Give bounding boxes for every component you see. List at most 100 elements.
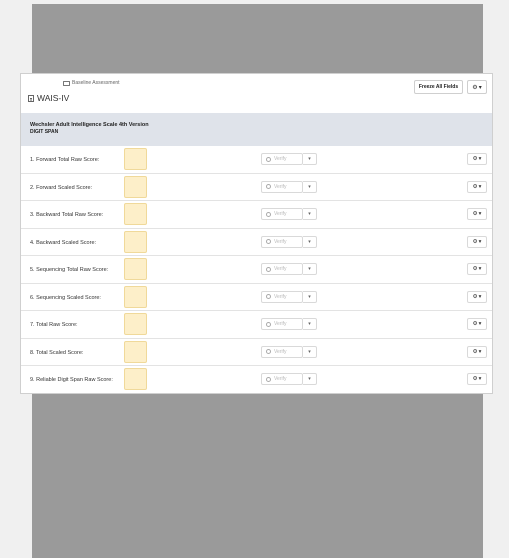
chevron-down-icon: ▾ [478,321,482,327]
verify-button[interactable]: Verify [261,263,303,275]
verify-label: Verify [274,238,287,245]
chevron-down-icon: ▾ [478,238,482,245]
verify-button[interactable]: Verify [261,180,303,193]
verify-label: Verify [274,211,287,217]
chevron-down-icon: ▾ [308,348,311,355]
verify-dropdown-button[interactable]: ▾ [303,235,317,248]
chevron-down-icon: ▾ [308,266,311,272]
verify-dropdown-button[interactable]: ▾ [303,373,317,385]
chevron-down-icon: ▾ [308,376,311,382]
verify-button[interactable]: Verify [261,345,303,358]
field-label: 3. Backward Total Raw Score: [30,212,104,218]
section-subtitle: DIGIT SPAN [30,129,59,135]
gear-icon: ⚙ [472,321,478,327]
verify-dropdown-button[interactable]: ▾ [303,208,317,220]
radio-icon [266,156,271,162]
radio-icon [266,376,271,382]
field-settings-button[interactable]: ⚙ ▾ [467,290,487,303]
chevron-down-icon: ▾ [308,183,311,190]
gear-icon: ⚙ [472,84,478,91]
field-label: 8. Total Scaled Score: [30,349,84,356]
folder-icon [63,80,70,86]
chevron-down-icon: ▾ [308,238,311,245]
chevron-down-icon: ▾ [308,321,311,327]
verify-button[interactable]: Verify [261,290,303,303]
field-settings-button[interactable]: ⚙ ▾ [467,235,487,248]
score-input[interactable] [124,368,147,390]
verify-label: Verify [274,156,287,162]
field-row: 1. Forward Total Raw Score: Verify ▾ ⚙ ▾ [21,146,492,174]
field-label: 7. Total Raw Score: [30,322,78,328]
page-title: WAIS-IV [28,93,69,103]
gear-icon: ⚙ [472,183,478,190]
document-icon [28,94,34,102]
field-row: 5. Sequencing Total Raw Score: Verify ▾ … [21,256,492,284]
field-label: 9. Reliable Digit Span Raw Score: [30,377,113,383]
verify-dropdown-button[interactable]: ▾ [303,153,317,165]
score-input[interactable] [124,340,147,363]
verify-button[interactable]: Verify [261,373,303,385]
score-input[interactable] [124,148,147,170]
radio-icon [266,349,271,354]
verify-dropdown-button[interactable]: ▾ [303,180,317,193]
chevron-down-icon: ▾ [478,348,482,355]
verify-label: Verify [274,266,287,272]
gear-icon: ⚙ [472,266,478,272]
score-input[interactable] [124,230,147,253]
field-settings-button[interactable]: ⚙ ▾ [467,373,487,385]
field-row: 3. Backward Total Raw Score: Verify ▾ ⚙ … [21,201,492,229]
radio-icon [266,321,271,327]
chevron-down-icon: ▾ [308,156,311,162]
form-panel: Baseline Assessment WAIS-IV Freeze All F… [20,73,493,394]
verify-dropdown-button[interactable]: ▾ [303,318,317,330]
breadcrumb-label: Baseline Assessment [72,80,120,86]
score-input[interactable] [124,175,147,198]
score-input[interactable] [124,258,147,280]
verify-button[interactable]: Verify [261,318,303,330]
chevron-down-icon: ▾ [478,211,482,217]
radio-icon [266,294,271,299]
chevron-down-icon: ▾ [478,293,482,300]
verify-dropdown-button[interactable]: ▾ [303,263,317,275]
field-label: 5. Sequencing Total Raw Score: [30,267,109,273]
freeze-all-fields-button[interactable]: Freeze All Fields [414,80,463,94]
verify-button[interactable]: Verify [261,153,303,165]
field-settings-button[interactable]: ⚙ ▾ [467,153,487,165]
radio-icon [266,211,271,217]
field-row: 2. Forward Scaled Score: Verify ▾ ⚙ ▾ [21,174,492,201]
radio-icon [266,184,271,189]
field-label: 4. Backward Scaled Score: [30,239,97,246]
form-settings-button[interactable]: ⚙ ▾ [467,80,487,94]
field-label: 6. Sequencing Scaled Score: [30,294,101,301]
verify-button[interactable]: Verify [261,235,303,248]
section-title: Wechsler Adult Intelligence Scale 4th Ve… [30,122,149,128]
verify-label: Verify [274,321,287,327]
score-input[interactable] [124,203,147,225]
field-row: 4. Backward Scaled Score: Verify ▾ ⚙ ▾ [21,229,492,256]
form-title-text: WAIS-IV [37,93,70,103]
score-input[interactable] [124,285,147,308]
field-settings-button[interactable]: ⚙ ▾ [467,345,487,358]
gear-icon: ⚙ [472,293,478,300]
gear-icon: ⚙ [472,376,478,382]
breadcrumb[interactable]: Baseline Assessment [63,80,120,86]
gear-icon: ⚙ [472,348,478,355]
gear-icon: ⚙ [472,238,478,245]
field-settings-button[interactable]: ⚙ ▾ [467,208,487,220]
chevron-down-icon: ▾ [478,376,482,382]
score-input[interactable] [124,313,147,335]
verify-label: Verify [274,183,287,190]
field-row: 8. Total Scaled Score: Verify ▾ ⚙ ▾ [21,339,492,366]
verify-button[interactable]: Verify [261,208,303,220]
field-list: 1. Forward Total Raw Score: Verify ▾ ⚙ ▾… [21,146,492,394]
chevron-down-icon: ▾ [478,183,482,190]
verify-label: Verify [274,348,287,355]
verify-label: Verify [274,293,287,300]
field-settings-button[interactable]: ⚙ ▾ [467,318,487,330]
verify-label: Verify [274,376,287,382]
field-settings-button[interactable]: ⚙ ▾ [467,180,487,193]
verify-dropdown-button[interactable]: ▾ [303,290,317,303]
chevron-down-icon: ▾ [308,293,311,300]
verify-dropdown-button[interactable]: ▾ [303,345,317,358]
field-settings-button[interactable]: ⚙ ▾ [467,263,487,275]
